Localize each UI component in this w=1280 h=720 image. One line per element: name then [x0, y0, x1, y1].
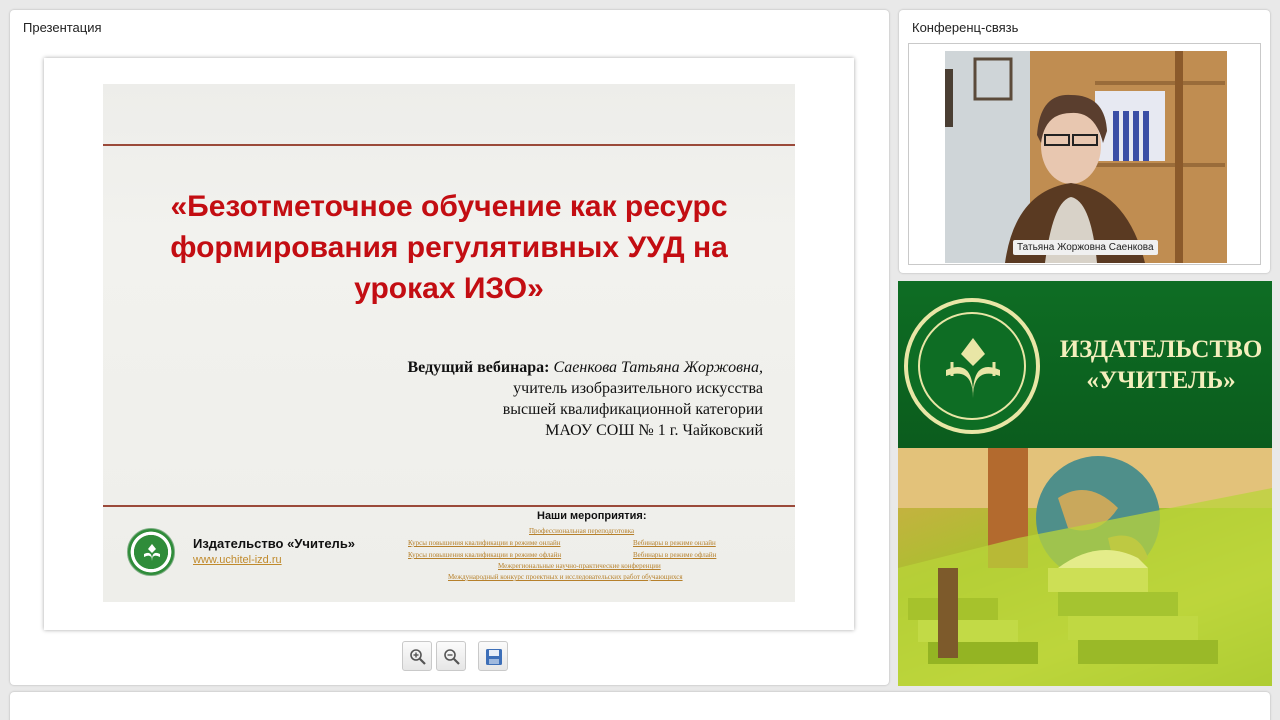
book-emblem-icon: [946, 338, 1000, 398]
books-globe-illustration: [898, 448, 1272, 686]
publisher-name: Издательство «Учитель»: [193, 536, 356, 551]
event-link[interactable]: Курсы повышения квалификации в режиме он…: [408, 539, 560, 547]
banner-line2: «УЧИТЕЛЬ»: [1086, 367, 1236, 394]
presenter-line: учитель изобразительного искусства: [513, 380, 763, 397]
slide-top-rule: [103, 144, 795, 146]
banner-line1: ИЗДАТЕЛЬСТВО: [1059, 336, 1263, 363]
video-frame[interactable]: Татьяна Жоржовна Саенкова: [908, 43, 1261, 265]
bottom-bar: [10, 692, 1270, 720]
conference-panel: Конференц-связь Татьяна Жоржовна Саенков…: [899, 10, 1270, 273]
event-link[interactable]: Профессиональная переподготовка: [529, 527, 634, 535]
slide-bottom-rule: [103, 505, 795, 507]
presenter-info: Ведущий вебинара: Саенкова Татьяна Жоржо…: [313, 357, 764, 441]
zoom-in-icon: [410, 649, 426, 665]
publisher-banner[interactable]: ИЗДАТЕЛЬСТВО «УЧИТЕЛЬ»: [898, 281, 1272, 448]
banner-text: ИЗДАТЕЛЬСТВО «УЧИТЕЛЬ»: [1056, 334, 1266, 396]
slide-frame: «Безотметочное обучение как ресурс форми…: [44, 58, 854, 630]
conference-panel-title: Конференц-связь: [912, 20, 1019, 35]
save-button[interactable]: [478, 641, 508, 671]
speaker-video-image: [945, 51, 1227, 263]
slide-title: «Безотметочное обучение как ресурс форми…: [170, 190, 728, 305]
events-heading: Наши мероприятия:: [537, 510, 647, 522]
presenter-label: Ведущий вебинара:: [407, 359, 550, 376]
event-link[interactable]: Вебинары в режиме офлайн: [633, 551, 716, 559]
event-link[interactable]: Курсы повышения квалификации в режиме оф…: [408, 551, 561, 559]
save-icon: [486, 649, 502, 665]
zoom-out-icon: [444, 649, 460, 665]
slide: «Безотметочное обучение как ресурс форми…: [103, 84, 795, 602]
presentation-panel: Презентация «Безотметочное обучение как …: [10, 10, 889, 685]
presenter-line: МАОУ СОШ № 1 г. Чайковский: [545, 422, 763, 439]
banner-books-image: [898, 448, 1272, 686]
event-link[interactable]: Международный конкурс проектных и исслед…: [448, 573, 683, 581]
presentation-panel-title: Презентация: [23, 20, 102, 35]
zoom-in-button[interactable]: [402, 641, 432, 671]
speaker-video: Татьяна Жоржовна Саенкова: [945, 51, 1227, 263]
zoom-out-button[interactable]: [436, 641, 466, 671]
speaker-name-label: Татьяна Жоржовна Саенкова: [1013, 240, 1158, 255]
publisher-emblem-icon: [904, 298, 1040, 434]
publisher-logo-icon: [127, 528, 175, 576]
event-link[interactable]: Межрегиональные научно-практические конф…: [498, 562, 661, 570]
presenter-line: высшей квалификационной категории: [502, 401, 763, 418]
presenter-name: Саенкова Татьяна Жоржовна,: [553, 359, 763, 376]
publisher-url-link[interactable]: www.uchitel-izd.ru: [193, 554, 282, 566]
event-link[interactable]: Вебинары в режиме онлайн: [633, 539, 716, 547]
